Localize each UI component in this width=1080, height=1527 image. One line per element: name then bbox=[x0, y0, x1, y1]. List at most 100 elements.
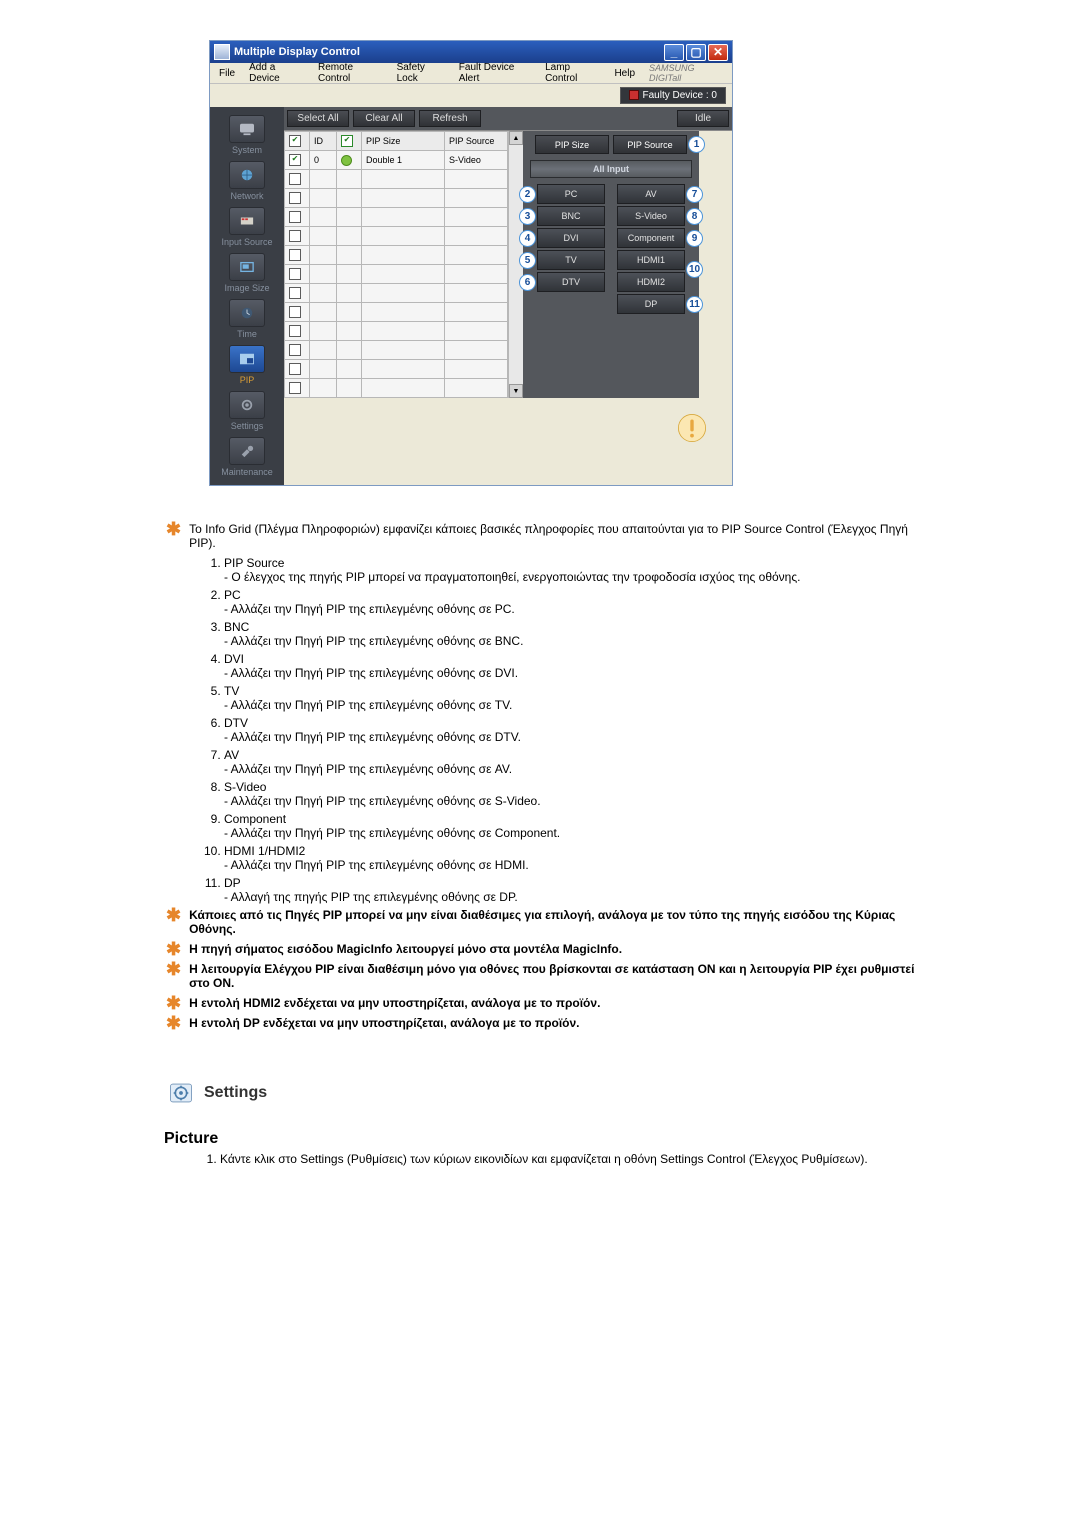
pip-size-button[interactable]: PIP Size bbox=[535, 135, 609, 154]
row-checkbox[interactable] bbox=[289, 154, 301, 166]
refresh-button[interactable]: Refresh bbox=[419, 110, 481, 127]
info-note: ✱ Το Info Grid (Πλέγμα Πληροφοριών) εμφα… bbox=[166, 522, 926, 550]
row-checkbox[interactable] bbox=[289, 363, 301, 375]
list-item: Component- Αλλάζει την Πηγή PIP της επιλ… bbox=[224, 812, 926, 840]
menu-safety-lock[interactable]: Safety Lock bbox=[390, 59, 452, 87]
menu-fault-alert[interactable]: Fault Device Alert bbox=[452, 59, 538, 87]
callout-3: 3 bbox=[519, 208, 536, 225]
info-text: Το Info Grid (Πλέγμα Πληροφοριών) εμφανί… bbox=[189, 522, 926, 550]
row-checkbox[interactable] bbox=[289, 382, 301, 394]
pc-button[interactable]: 2PC bbox=[537, 184, 605, 204]
list-item: DTV- Αλλάζει την Πηγή PIP της επιλεγμένη… bbox=[224, 716, 926, 744]
list-item: DVI- Αλλάζει την Πηγή PIP της επιλεγμένη… bbox=[224, 652, 926, 680]
menubar: File Add a Device Remote Control Safety … bbox=[210, 63, 732, 84]
list-item: PC- Αλλάζει την Πηγή PIP της επιλεγμένης… bbox=[224, 588, 926, 616]
menu-file[interactable]: File bbox=[212, 65, 242, 82]
picture-heading: Picture bbox=[164, 1130, 942, 1148]
row-checkbox[interactable] bbox=[289, 306, 301, 318]
status-dot-icon bbox=[341, 155, 352, 166]
col-pip-source[interactable]: PIP Source bbox=[445, 132, 508, 151]
callout-4: 4 bbox=[519, 230, 536, 247]
menu-lamp-control[interactable]: Lamp Control bbox=[538, 59, 607, 87]
col-id[interactable]: ID bbox=[310, 132, 337, 151]
callout-5: 5 bbox=[519, 252, 536, 269]
sidebar-item-input-source[interactable]: Input Source bbox=[213, 205, 281, 249]
table-row[interactable] bbox=[285, 360, 508, 379]
row-checkbox[interactable] bbox=[289, 325, 301, 337]
pip-source-panel: PIP Size PIP Source1 All Input 2PC 3BNC … bbox=[523, 131, 699, 398]
table-row[interactable] bbox=[285, 322, 508, 341]
warning-note: ✱Η πηγή σήματος εισόδου MagicInfo λειτου… bbox=[166, 942, 926, 956]
dtv-button[interactable]: 6DTV bbox=[537, 272, 605, 292]
table-row[interactable] bbox=[285, 341, 508, 360]
info-grid: ID PIP Size PIP Source 0 Double 1 S-Vide… bbox=[284, 130, 732, 398]
col-pip-size[interactable]: PIP Size bbox=[362, 132, 445, 151]
row-checkbox[interactable] bbox=[289, 287, 301, 299]
menu-help[interactable]: Help bbox=[607, 65, 642, 82]
menu-remote-control[interactable]: Remote Control bbox=[311, 59, 390, 87]
row-checkbox[interactable] bbox=[289, 268, 301, 280]
warning-note: ✱Κάποιες από τις Πηγές PIP μπορεί να μην… bbox=[166, 908, 926, 936]
callout-10: 10 bbox=[686, 261, 703, 278]
gear-icon bbox=[166, 1078, 196, 1108]
callout-9: 9 bbox=[686, 230, 703, 247]
list-item: S-Video- Αλλάζει την Πηγή PIP της επιλεγ… bbox=[224, 780, 926, 808]
clear-all-button[interactable]: Clear All bbox=[353, 110, 415, 127]
list-item: HDMI 1/HDMI2- Αλλάζει την Πηγή PIP της ε… bbox=[224, 844, 926, 872]
faulty-device-badge: Faulty Device : 0 bbox=[620, 87, 726, 104]
callout-6: 6 bbox=[519, 274, 536, 291]
sidebar-item-time[interactable]: Time bbox=[213, 297, 281, 341]
select-all-button[interactable]: Select All bbox=[287, 110, 349, 127]
header-checkbox[interactable] bbox=[289, 135, 301, 147]
dp-button[interactable]: DP11 bbox=[617, 294, 685, 314]
settings-title: Settings bbox=[204, 1084, 267, 1102]
close-button[interactable]: ✕ bbox=[708, 44, 728, 61]
idle-indicator: Idle bbox=[677, 110, 729, 127]
table-row[interactable] bbox=[285, 227, 508, 246]
dvi-button[interactable]: 4DVI bbox=[537, 228, 605, 248]
sidebar-item-network[interactable]: Network bbox=[213, 159, 281, 203]
warning-note: ✱Η εντολή HDMI2 ενδέχεται να μην υποστηρ… bbox=[166, 996, 926, 1010]
table-row[interactable] bbox=[285, 246, 508, 265]
table-row[interactable]: 0 Double 1 S-Video bbox=[285, 151, 508, 170]
hdmi1-button[interactable]: HDMI110 bbox=[617, 250, 685, 270]
maximize-button[interactable]: ▢ bbox=[686, 44, 706, 61]
av-button[interactable]: AV7 bbox=[617, 184, 685, 204]
table-row[interactable] bbox=[285, 284, 508, 303]
bnc-button[interactable]: 3BNC bbox=[537, 206, 605, 226]
window-title: Multiple Display Control bbox=[234, 46, 662, 58]
row-checkbox[interactable] bbox=[289, 211, 301, 223]
table-row[interactable] bbox=[285, 170, 508, 189]
table-row[interactable] bbox=[285, 208, 508, 227]
hdmi2-button[interactable]: HDMI2 bbox=[617, 272, 685, 292]
row-checkbox[interactable] bbox=[289, 230, 301, 242]
table-row[interactable] bbox=[285, 303, 508, 322]
table-row[interactable] bbox=[285, 379, 508, 398]
star-icon: ✱ bbox=[166, 908, 181, 922]
scroll-down-button[interactable]: ▼ bbox=[509, 384, 523, 398]
sidebar-item-system[interactable]: System bbox=[213, 113, 281, 157]
scroll-up-button[interactable]: ▲ bbox=[509, 131, 523, 145]
callout-1: 1 bbox=[688, 136, 705, 153]
star-icon: ✱ bbox=[166, 996, 181, 1010]
sidebar-item-maintenance[interactable]: Maintenance bbox=[213, 435, 281, 479]
sidebar-item-settings[interactable]: Settings bbox=[213, 389, 281, 433]
table-row[interactable] bbox=[285, 265, 508, 284]
component-button[interactable]: Component9 bbox=[617, 228, 685, 248]
app-icon bbox=[214, 44, 230, 60]
tv-button[interactable]: 5TV bbox=[537, 250, 605, 270]
grid-toolbar: Select All Clear All Refresh Idle bbox=[284, 107, 732, 130]
minimize-button[interactable]: _ bbox=[664, 44, 684, 61]
table-row[interactable] bbox=[285, 189, 508, 208]
row-checkbox[interactable] bbox=[289, 344, 301, 356]
svideo-button[interactable]: S-Video8 bbox=[617, 206, 685, 226]
row-checkbox[interactable] bbox=[289, 173, 301, 185]
menu-add-device[interactable]: Add a Device bbox=[242, 59, 311, 87]
sidebar-item-image-size[interactable]: Image Size bbox=[213, 251, 281, 295]
callout-2: 2 bbox=[519, 186, 536, 203]
row-checkbox[interactable] bbox=[289, 192, 301, 204]
row-checkbox[interactable] bbox=[289, 249, 301, 261]
sidebar-item-pip[interactable]: PIP bbox=[213, 343, 281, 387]
sidebar: System Network Input Source Image Size T… bbox=[210, 107, 284, 485]
pip-source-button[interactable]: PIP Source1 bbox=[613, 135, 687, 154]
